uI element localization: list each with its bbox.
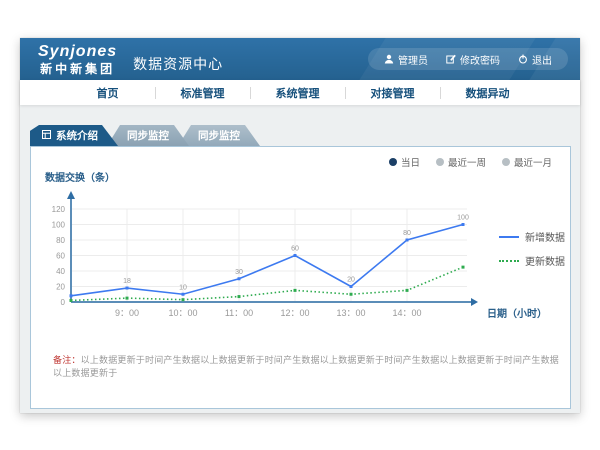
svg-text:20: 20 [347,277,355,284]
svg-text:9：00: 9：00 [115,308,139,318]
svg-text:14：00: 14：00 [392,308,421,318]
nav-item-data-change[interactable]: 数据异动 [440,85,535,101]
radio-today[interactable]: 当日 [389,155,420,169]
company-logo: Synjones 新中新集团 [38,44,117,75]
tab-bar: 系统介绍 同步监控 同步监控 [30,125,260,146]
radio-last-month-label: 最近一月 [514,155,552,169]
tab-label: 同步监控 [127,128,169,143]
svg-text:12：00: 12：00 [280,308,309,318]
svg-text:13：00: 13：00 [336,308,365,318]
change-password-button[interactable]: 修改密码 [446,52,500,67]
dotted-line-icon [499,260,519,262]
user-account-button[interactable]: 管理员 [384,52,428,67]
page-title: 数据资源中心 [133,54,223,74]
logout-button[interactable]: 退出 [518,52,552,67]
username-label: 管理员 [398,52,428,67]
nav-item-home[interactable]: 首页 [60,85,155,101]
svg-text:80: 80 [403,230,411,237]
power-icon [518,54,528,64]
radio-dot-icon [502,158,510,166]
logo-company-text: 新中新集团 [38,63,117,75]
svg-text:40: 40 [56,267,65,276]
legend-item-new-data: 新增数据 [499,229,565,244]
tab-label: 同步监控 [198,128,240,143]
solid-line-icon [499,236,519,238]
radio-dot-icon [389,158,397,166]
svg-text:80: 80 [56,236,65,245]
time-range-filter: 当日 最近一周 最近一月 [389,155,552,169]
svg-text:20: 20 [56,283,65,292]
radio-dot-icon [436,158,444,166]
legend-label: 新增数据 [525,229,565,244]
svg-text:11：00: 11：00 [225,308,253,318]
svg-text:100: 100 [457,215,469,222]
change-password-label: 修改密码 [460,52,500,67]
radio-last-week-label: 最近一周 [448,155,486,169]
nav-item-system-mgmt[interactable]: 系统管理 [250,85,345,101]
svg-text:10: 10 [179,284,187,291]
y-axis-title: 数据交换（条） [45,169,115,184]
app-header: Synjones 新中新集团 数据资源中心 管理员 修改密码 退出 [20,38,580,80]
tab-sync-monitor-1[interactable]: 同步监控 [107,125,189,146]
svg-text:30: 30 [235,269,243,276]
tab-system-intro[interactable]: 系统介绍 [30,125,118,146]
x-axis-title: 日期（小时） [487,305,547,320]
svg-text:10：00: 10：00 [168,308,197,318]
nav-item-standard-mgmt[interactable]: 标准管理 [155,85,250,101]
svg-text:120: 120 [52,205,66,214]
logout-label: 退出 [532,52,552,67]
user-menu: 管理员 修改密码 退出 [368,48,568,70]
svg-text:60: 60 [291,246,299,253]
tab-label: 系统介绍 [56,128,98,143]
radio-last-week[interactable]: 最近一周 [436,155,486,169]
chart-panel: 当日 最近一周 最近一月 数据交换（条） 0 20 40 60 80 100 120 9：00… [30,146,571,409]
footnote-label: 备注： [53,355,81,365]
main-nav: 首页 标准管理 系统管理 对接管理 数据异动 [20,80,580,105]
legend-item-updated-data: 更新数据 [499,253,565,268]
app-window: Synjones 新中新集团 数据资源中心 管理员 修改密码 退出 [20,38,580,413]
footnote-text: 以上数据更新于时间产生数据以上数据更新于时间产生数据以上数据更新于时间产生数据以… [53,355,559,378]
chart-legend: 新增数据 更新数据 [499,229,565,268]
radio-last-month[interactable]: 最近一月 [502,155,552,169]
svg-text:60: 60 [56,252,65,261]
svg-text:18: 18 [123,278,131,285]
chart-container: 0 20 40 60 80 100 120 9：00 10：00 11：00 12：00 13：00 1… [33,187,493,321]
svg-text:100: 100 [52,221,66,230]
svg-text:0: 0 [61,298,66,307]
legend-label: 更新数据 [525,253,565,268]
edit-icon [446,54,456,64]
line-chart: 0 20 40 60 80 100 120 9：00 10：00 11：00 12：00 13：00 1… [33,187,493,321]
logo-brand-text: Synjones [38,44,117,60]
tab-sync-monitor-2[interactable]: 同步监控 [178,125,260,146]
user-icon [384,54,394,64]
nav-item-connect-mgmt[interactable]: 对接管理 [345,85,440,101]
form-icon [42,130,51,142]
radio-today-label: 当日 [401,155,420,169]
content-area: 系统介绍 同步监控 同步监控 当日 最近一周 [20,105,580,413]
footnote: 备注：以上数据更新于时间产生数据以上数据更新于时间产生数据以上数据更新于时间产生… [53,353,562,379]
